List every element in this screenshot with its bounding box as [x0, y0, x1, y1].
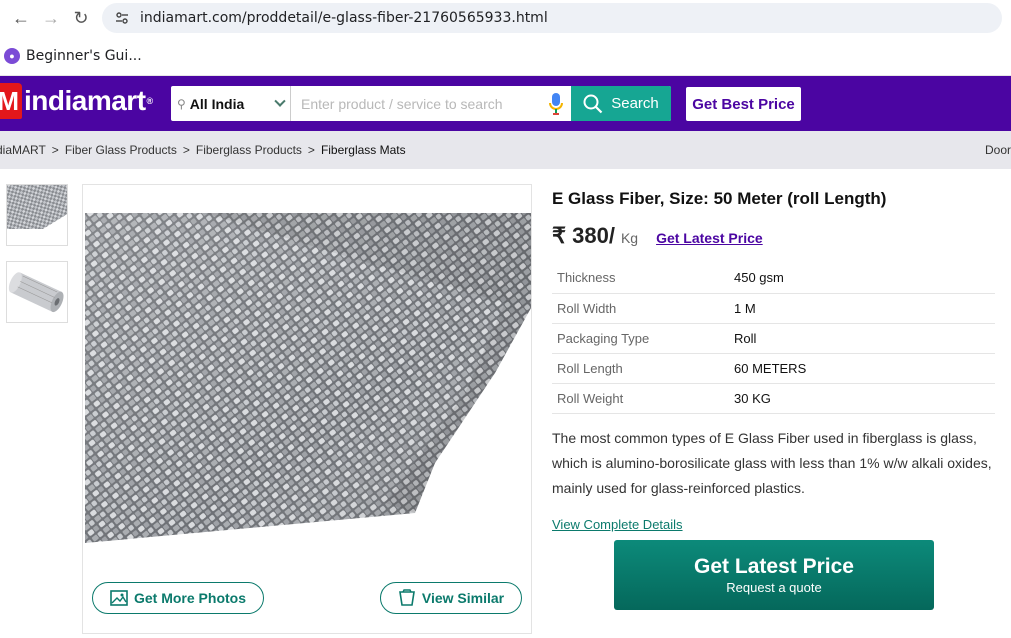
discord-icon: ● [4, 47, 20, 64]
spec-key: Roll Weight [552, 383, 729, 414]
spec-value: Roll [729, 323, 995, 354]
bookmark-item[interactable]: Beginner's Gui... [26, 48, 142, 64]
search-input[interactable] [291, 86, 541, 121]
similar-icon [398, 589, 415, 606]
browser-toolbar: ← → ↻ indiamart.com/proddetail/e-glass-f… [0, 0, 1011, 36]
get-latest-price-link[interactable]: Get Latest Price [656, 230, 763, 246]
forward-icon[interactable]: → [36, 3, 66, 33]
product-image[interactable] [85, 213, 531, 543]
microphone-icon[interactable] [541, 86, 571, 121]
spec-value: 60 METERS [729, 353, 995, 384]
breadcrumb-item-fiberglass-mats[interactable]: Fiberglass Mats [321, 143, 406, 157]
breadcrumb-item-fiber-glass-products[interactable]: Fiber Glass Products [65, 143, 177, 157]
price-unit: Kg [620, 230, 639, 246]
search-icon [583, 94, 603, 113]
spec-value: 1 M [729, 293, 995, 324]
thumbnail-fabric[interactable] [6, 184, 68, 246]
breadcrumb-separator: > [51, 143, 59, 157]
product-description: The most common types of E Glass Fiber u… [552, 429, 992, 496]
search-group: ⚲ All India Search [171, 86, 671, 121]
address-bar[interactable]: indiamart.com/proddetail/e-glass-fiber-2… [102, 3, 1002, 33]
breadcrumb-separator: > [182, 143, 190, 157]
back-icon[interactable]: ← [6, 3, 36, 33]
location-value: All India [189, 95, 245, 112]
spec-key: Thickness [552, 263, 729, 294]
indiamart-logo[interactable]: M indiamart ® [0, 83, 153, 119]
view-complete-details-link[interactable]: View Complete Details [552, 517, 997, 532]
search-button-label: Search [611, 95, 659, 112]
location-select[interactable]: ⚲ All India [171, 86, 291, 121]
price-row: ₹ 380/ Kg Get Latest Price [552, 223, 997, 249]
spec-key: Packaging Type [552, 323, 729, 354]
get-best-price-button[interactable]: Get Best Price [686, 87, 801, 121]
breadcrumb-right-text[interactable]: Door [985, 143, 1011, 157]
get-more-photos-button[interactable]: Get More Photos [92, 582, 264, 614]
spec-table: Thickness 450 gsm Roll Width 1 M Packaging… [552, 263, 995, 414]
breadcrumb: diaMART > Fiber Glass Products > Fibergl… [0, 131, 1011, 169]
table-row: Roll Weight 30 KG [552, 383, 995, 414]
breadcrumb-item-home[interactable]: diaMART [0, 143, 46, 157]
table-row: Packaging Type Roll [552, 323, 995, 354]
product-main: Get More Photos View Similar E Glass Fib… [0, 169, 1011, 638]
site-header: M indiamart® ⚲ All India Search Get Best… [0, 76, 1011, 131]
main-image-card: Get More Photos View Similar [82, 184, 532, 634]
reload-icon[interactable]: ↻ [66, 3, 96, 33]
image-icon [110, 590, 128, 606]
url-text[interactable]: indiamart.com/proddetail/e-glass-fiber-2… [140, 10, 548, 26]
location-pin-icon: ⚲ [177, 96, 186, 111]
view-similar-button[interactable]: View Similar [380, 582, 522, 614]
breadcrumb-separator: > [307, 143, 315, 157]
spec-key: Roll Length [552, 353, 729, 384]
search-button[interactable]: Search [571, 86, 671, 121]
get-more-photos-label: Get More Photos [133, 590, 246, 606]
bookmark-bar: ● Beginner's Gui... [0, 36, 1011, 76]
chevron-down-icon [274, 95, 286, 107]
view-similar-label: View Similar [421, 590, 505, 606]
table-row: Thickness 450 gsm [552, 263, 995, 294]
spec-value: 450 gsm [729, 263, 995, 294]
breadcrumb-item-fiberglass-products[interactable]: Fiberglass Products [196, 143, 302, 157]
table-row: Roll Length 60 METERS [552, 353, 995, 384]
thumbnail-roll[interactable] [6, 261, 68, 323]
cta-title: Get Latest Price [694, 555, 854, 578]
table-row: Roll Width 1 M [552, 293, 995, 324]
site-info-icon[interactable] [112, 8, 132, 28]
logo-text: indiamart [24, 85, 146, 116]
product-details: E Glass Fiber, Size: 50 Meter (roll Leng… [552, 184, 997, 532]
get-latest-price-button[interactable]: Get Latest Price Request a quote [614, 540, 934, 610]
cta-subtitle: Request a quote [726, 580, 822, 595]
spec-key: Roll Width [552, 293, 729, 324]
product-price: ₹ 380/ [552, 223, 615, 248]
spec-value: 30 KG [729, 383, 995, 414]
product-title: E Glass Fiber, Size: 50 Meter (roll Leng… [552, 189, 887, 208]
logo-mark-icon: M [0, 83, 22, 119]
